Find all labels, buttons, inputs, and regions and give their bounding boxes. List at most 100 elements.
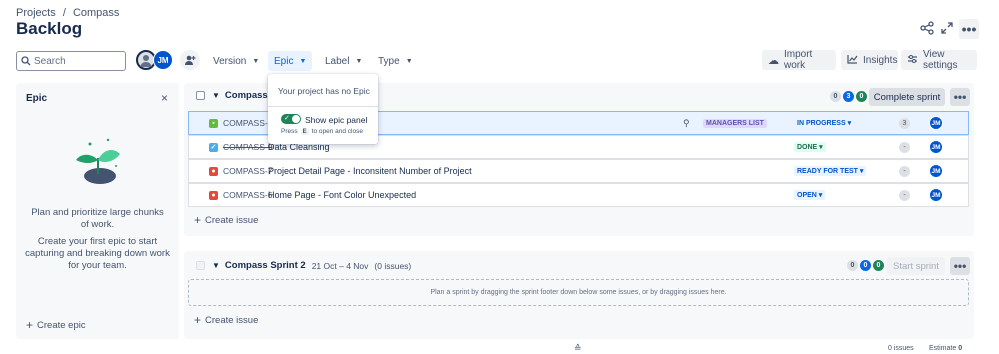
sprint-dates: 21 Oct – 4 Nov <box>311 260 369 271</box>
story-points[interactable]: - <box>899 141 910 153</box>
avatar[interactable]: JM <box>929 164 943 178</box>
issue-key[interactable]: COMPASS-7 <box>223 166 272 176</box>
filter-label: Type <box>378 55 400 67</box>
filter-version[interactable]: Version ▼ <box>207 51 265 71</box>
chevron-down-icon: ▼ <box>299 57 307 65</box>
estimate-label: Estimate <box>929 345 957 352</box>
start-sprint-button[interactable]: Start sprint <box>887 257 945 275</box>
chevron-down-icon: ▼ <box>252 57 260 65</box>
chevron-down-icon: ▼ <box>355 57 363 65</box>
close-icon[interactable]: × <box>161 91 168 105</box>
import-work-label: Import work <box>784 49 813 71</box>
chevron-down-icon[interactable]: ▼ <box>212 261 220 270</box>
plant-illustration-icon <box>76 138 120 184</box>
filter-epic[interactable]: Epic ▼ <box>268 51 313 71</box>
drag-handle-icon[interactable]: ≙ <box>574 343 582 354</box>
complete-sprint-button[interactable]: Complete sprint <box>869 88 945 106</box>
hint-press: Press <box>281 128 298 135</box>
status-badge[interactable]: OPEN ▾ <box>794 190 826 200</box>
count-in-progress: 3 <box>843 91 854 102</box>
count-in-progress: 0 <box>860 260 871 271</box>
keyboard-hint: Press E to open and close <box>281 128 363 135</box>
sprint-name: Compass Sprint 2 <box>224 260 306 271</box>
epic-panel-title: Epic <box>26 93 48 104</box>
more-actions-button[interactable]: ••• <box>959 19 979 39</box>
status-badge[interactable]: READY FOR TEST ▾ <box>794 166 867 176</box>
task-checkbox-icon: ✓ <box>209 142 218 152</box>
filter-label-dropdown[interactable]: Label ▼ <box>319 51 368 71</box>
insights-label: Insights <box>863 54 898 66</box>
issue-summary: Home Page - Font Color Unexpected <box>268 190 417 200</box>
import-work-button[interactable]: ☁ Import work <box>762 49 836 71</box>
sprint-header: ▼ Compass Sprint 2 21 Oct – 4 Nov (0 iss… <box>196 260 411 271</box>
story-points[interactable]: - <box>899 165 910 177</box>
create-issue-button[interactable]: + Create issue <box>194 213 258 227</box>
footer-estimate: Estimate 0 <box>929 345 962 352</box>
filter-label: Epic <box>274 55 294 67</box>
breadcrumb-projects[interactable]: Projects <box>16 7 56 19</box>
sprint-drop-zone[interactable]: Plan a sprint by dragging the sprint foo… <box>188 279 969 306</box>
avatar[interactable]: JM <box>929 140 943 154</box>
status-label: DONE <box>797 144 818 151</box>
filter-type[interactable]: Type ▼ <box>372 51 419 71</box>
breadcrumb: Projects / Compass <box>16 7 123 19</box>
create-epic-button[interactable]: + Create epic <box>26 318 86 332</box>
avatar[interactable]: JM <box>153 50 173 70</box>
status-label: OPEN <box>797 192 817 199</box>
create-epic-label: Create epic <box>37 319 86 331</box>
bug-icon: ● <box>209 190 218 200</box>
breadcrumb-separator: / <box>62 7 66 19</box>
create-issue-label: Create issue <box>205 214 259 226</box>
hint-rest: to open and close <box>311 128 363 135</box>
epic-label[interactable]: MANAGERS LIST <box>703 118 767 128</box>
estimate-value: 0 <box>958 345 963 352</box>
sliders-icon <box>907 54 918 67</box>
create-issue-button[interactable]: + Create issue <box>194 313 258 327</box>
epic-panel-description: Plan and prioritize large chunks of work… <box>31 207 164 230</box>
view-settings-label: View settings <box>923 49 958 71</box>
hierarchy-icon: ⚲ <box>683 117 690 128</box>
sprint-issue-count: (0 issues) <box>374 260 412 271</box>
sprint-more-button[interactable]: ••• <box>950 257 970 275</box>
count-done: 0 <box>873 260 884 271</box>
create-issue-label: Create issue <box>205 314 259 326</box>
issue-key[interactable]: COMPASS-9 <box>223 142 272 152</box>
chevron-down-icon: ▼ <box>405 57 413 65</box>
status-badge[interactable]: DONE ▾ <box>794 142 826 152</box>
chevron-down-icon[interactable]: ▼ <box>212 91 220 100</box>
toggle-label: Show epic panel <box>305 115 368 125</box>
search-input-wrapper[interactable] <box>16 51 126 71</box>
footer-issue-count: 0 issues <box>888 345 914 352</box>
add-people-icon[interactable] <box>180 50 200 70</box>
avatar[interactable]: JM <box>929 188 943 202</box>
filter-label: Version <box>213 55 247 67</box>
view-settings-button[interactable]: View settings <box>901 49 977 71</box>
search-input[interactable] <box>34 55 114 67</box>
expand-icon[interactable] <box>939 20 955 36</box>
table-row[interactable]: ● COMPASS-6 Home Page - Font Color Unexp… <box>188 183 969 207</box>
sprint-checkbox[interactable] <box>196 261 205 270</box>
avatar[interactable]: JM <box>929 116 943 130</box>
share-icon[interactable] <box>919 20 935 36</box>
epic-panel-cta-text: Create your first epic to start capturin… <box>25 236 170 271</box>
table-row[interactable]: ● COMPASS-7 Project Detail Page - Incons… <box>188 159 969 183</box>
count-todo: 0 <box>830 91 841 102</box>
insights-button[interactable]: Insights <box>841 50 898 70</box>
breadcrumb-project[interactable]: Compass <box>73 7 119 19</box>
sprint-more-button[interactable]: ••• <box>950 88 970 106</box>
count-todo: 0 <box>847 260 858 271</box>
story-points[interactable]: - <box>899 189 910 201</box>
story-points[interactable]: 3 <box>899 117 910 129</box>
filter-label: Label <box>325 55 350 67</box>
issue-key[interactable]: COMPASS-6 <box>223 190 272 200</box>
count-done: 0 <box>856 91 867 102</box>
plus-icon: + <box>194 313 202 327</box>
plus-icon: + <box>26 318 34 332</box>
status-label: READY FOR TEST <box>797 168 858 175</box>
status-badge[interactable]: IN PROGRESS ▾ <box>794 118 855 128</box>
chart-line-icon <box>847 54 858 67</box>
sprint-status-counts: 0 0 0 <box>845 260 884 271</box>
sprint-checkbox[interactable] <box>196 91 205 100</box>
status-label: IN PROGRESS <box>797 120 846 127</box>
issue-key[interactable]: COMPASS-2 <box>223 118 272 128</box>
